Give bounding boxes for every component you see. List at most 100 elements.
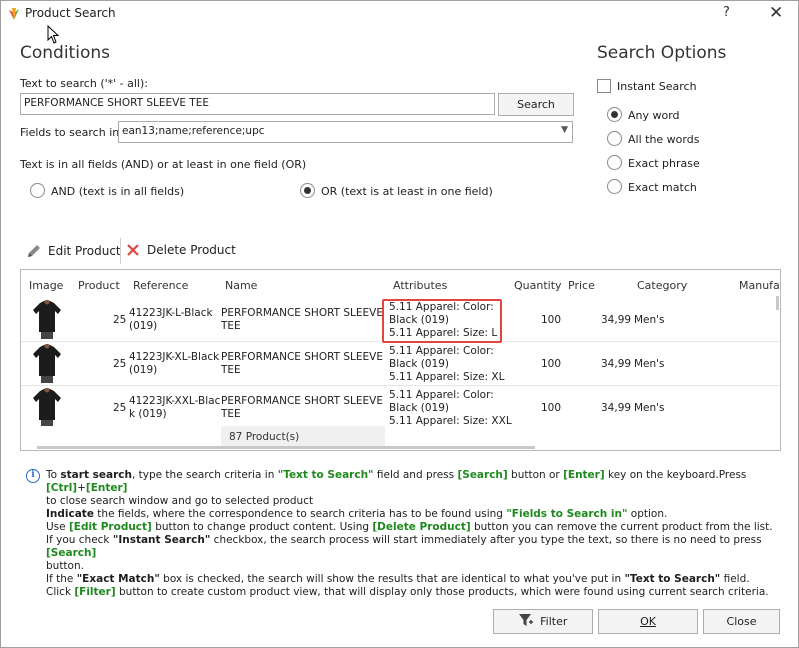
- cell-quantity: 100: [541, 358, 562, 370]
- exact-phrase-label: Exact phrase: [628, 157, 700, 170]
- filter-icon: [518, 614, 533, 626]
- cell-attributes-line1: 5.11 Apparel: Color:: [389, 389, 494, 401]
- or-radio-label: OR (text is at least in one field): [321, 185, 493, 198]
- product-thumbnail: [33, 344, 61, 383]
- delete-x-icon: [127, 244, 139, 256]
- search-mode-label: Text is in all fields (AND) or at least …: [20, 158, 307, 171]
- column-header-price[interactable]: Price: [568, 279, 595, 292]
- help-line: button.: [46, 560, 84, 572]
- edit-product-button[interactable]: Edit Product: [26, 243, 121, 259]
- cell-reference-line1: 41223JK-XXL-Blac: [129, 395, 221, 407]
- fields-to-search-label: Fields to search in: [20, 126, 120, 139]
- ok-button[interactable]: OK: [598, 609, 698, 634]
- pencil-icon: [28, 245, 40, 257]
- help-line: Click [Filter] button to create custom p…: [46, 586, 769, 598]
- product-search-window: Product Search ? ✕ Conditions Text to se…: [0, 0, 799, 648]
- cell-name-line2: TEE: [221, 320, 241, 332]
- fields-to-search-combo[interactable]: ean13;name;reference;upc ▼: [118, 121, 573, 143]
- window-title: Product Search: [25, 6, 116, 20]
- table-row[interactable]: 25 41223JK-XXL-Blac k (019) PERFORMANCE …: [21, 386, 780, 426]
- text-to-search-input[interactable]: PERFORMANCE SHORT SLEEVE TEE: [20, 93, 495, 115]
- exact-phrase-radio[interactable]: [607, 155, 622, 170]
- exact-match-label: Exact match: [628, 181, 697, 194]
- cell-category: Men's: [634, 314, 665, 326]
- cell-name-line2: TEE: [221, 364, 241, 376]
- column-header-manufacturer[interactable]: Manufa: [739, 279, 780, 292]
- product-thumbnail: [33, 300, 61, 339]
- cell-reference-line2: (019): [129, 320, 158, 332]
- help-line: If you check "Instant Search" checkbox, …: [46, 534, 762, 559]
- delete-product-button[interactable]: Delete Product: [126, 243, 236, 257]
- column-header-attributes[interactable]: Attributes: [393, 279, 447, 292]
- all-words-radio[interactable]: [607, 131, 622, 146]
- close-window-button[interactable]: ✕: [769, 3, 783, 23]
- title-bar: Product Search ? ✕: [1, 1, 798, 29]
- any-word-radio[interactable]: [607, 107, 622, 122]
- close-button[interactable]: Close: [703, 609, 780, 634]
- any-word-label: Any word: [628, 109, 680, 122]
- conditions-heading: Conditions: [20, 43, 110, 63]
- mouse-cursor-icon: [47, 25, 59, 44]
- cell-attributes-line3: 5.11 Apparel: Size: XXL: [389, 415, 512, 426]
- exact-match-radio[interactable]: [607, 179, 622, 194]
- cell-category: Men's: [634, 358, 665, 370]
- and-radio[interactable]: [30, 183, 45, 198]
- cell-quantity: 100: [541, 314, 562, 326]
- product-count: 87 Product(s): [221, 426, 385, 448]
- column-header-image[interactable]: Image: [29, 279, 63, 292]
- help-line: to close search window and go to selecte…: [46, 495, 314, 507]
- cell-name-line2: TEE: [221, 408, 241, 420]
- cell-name-line1: PERFORMANCE SHORT SLEEVE: [221, 395, 383, 407]
- cell-attributes-line3: 5.11 Apparel: Size: XL: [389, 371, 505, 383]
- search-options-heading: Search Options: [597, 43, 727, 63]
- help-line: To start search, type the search criteri…: [46, 469, 747, 494]
- filter-button[interactable]: Filter: [493, 609, 593, 634]
- cell-reference-line2: (019): [129, 364, 158, 376]
- cell-name-line1: PERFORMANCE SHORT SLEEVE: [221, 307, 383, 319]
- column-header-reference[interactable]: Reference: [133, 279, 188, 292]
- cell-quantity: 100: [541, 402, 562, 414]
- toolbar-divider: [120, 238, 121, 264]
- delete-product-label: Delete Product: [147, 243, 236, 257]
- attributes-highlight-box: [382, 299, 502, 343]
- cell-product: 25: [113, 314, 127, 326]
- cell-attributes-line2: Black (019): [389, 402, 449, 414]
- info-icon: i: [26, 469, 40, 483]
- or-radio[interactable]: [300, 183, 315, 198]
- column-header-name[interactable]: Name: [225, 279, 257, 292]
- cell-price: 34,99: [601, 402, 632, 414]
- fields-to-search-value: ean13;name;reference;upc: [122, 125, 265, 137]
- cell-category: Men's: [634, 402, 665, 414]
- column-header-quantity[interactable]: Quantity: [514, 279, 562, 292]
- table-row[interactable]: 25 41223JK-XL-Black (019) PERFORMANCE SH…: [21, 342, 780, 386]
- cell-product: 25: [113, 358, 127, 370]
- product-thumbnail: [33, 388, 61, 426]
- instant-search-label: Instant Search: [617, 80, 697, 93]
- instant-search-checkbox[interactable]: [597, 79, 611, 93]
- cell-product: 25: [113, 402, 127, 414]
- chevron-down-icon[interactable]: ▼: [561, 125, 568, 135]
- help-line: If the "Exact Match" box is checked, the…: [46, 573, 750, 585]
- all-words-label: All the words: [628, 133, 700, 146]
- column-header-product[interactable]: Product: [78, 279, 120, 292]
- help-line: Indicate the fields, where the correspon…: [46, 508, 668, 520]
- help-button[interactable]: ?: [723, 5, 730, 20]
- product-grid[interactable]: Image Product Reference Name Attributes …: [20, 269, 781, 451]
- cell-reference-line1: 41223JK-XL-Black: [129, 351, 220, 363]
- cell-price: 34,99: [601, 358, 632, 370]
- help-line: Use [Edit Product] button to change prod…: [46, 521, 773, 533]
- search-button[interactable]: Search: [498, 93, 574, 116]
- app-logo-icon: [9, 8, 19, 20]
- column-header-category[interactable]: Category: [637, 279, 687, 292]
- cell-reference-line2: k (019): [129, 408, 167, 420]
- cell-reference-line1: 41223JK-L-Black: [129, 307, 213, 319]
- text-to-search-label: Text to search ('*' - all):: [20, 77, 148, 90]
- filter-label: Filter: [540, 615, 568, 628]
- cell-attributes-line1: 5.11 Apparel: Color:: [389, 345, 494, 357]
- cell-price: 34,99: [601, 314, 632, 326]
- horizontal-scrollbar[interactable]: [37, 446, 535, 449]
- cell-name-line1: PERFORMANCE SHORT SLEEVE: [221, 351, 383, 363]
- cell-attributes-line2: Black (019): [389, 358, 449, 370]
- help-text: To start search, type the search criteri…: [46, 469, 781, 599]
- edit-product-label: Edit Product: [48, 244, 121, 258]
